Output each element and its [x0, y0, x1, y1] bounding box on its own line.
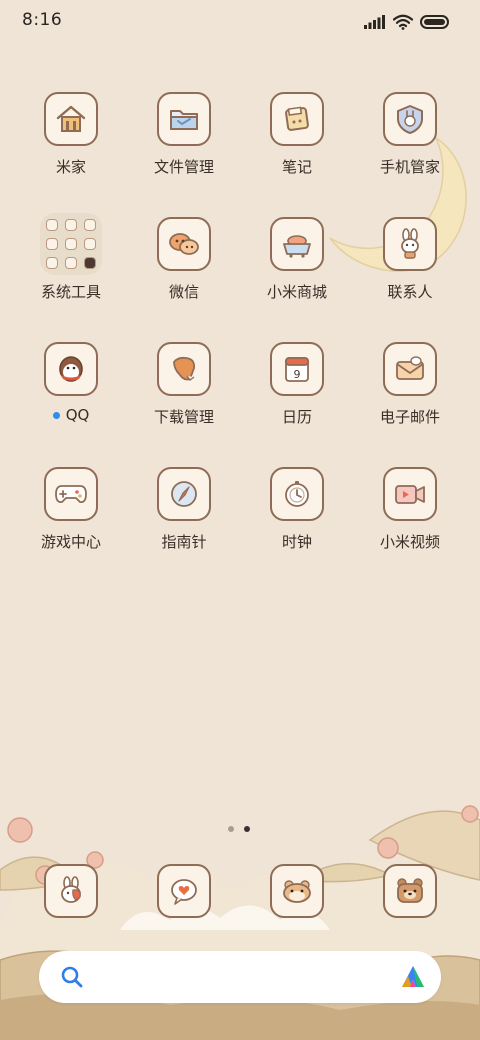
bear-camera-icon	[383, 864, 437, 918]
status-time: 8:16	[22, 10, 63, 30]
bunny-contact-icon	[383, 217, 437, 271]
battery-icon	[420, 15, 449, 29]
wallpaper-scenery	[0, 805, 480, 1040]
app-label: 联系人	[387, 283, 433, 301]
dock-browser[interactable]	[270, 864, 324, 918]
app-game-center[interactable]: 游戏中心	[15, 459, 127, 569]
app-label: 时钟	[281, 533, 312, 551]
app-label: 游戏中心	[40, 533, 101, 551]
assistant-logo-icon[interactable]	[399, 963, 427, 991]
app-label: 手机管家	[379, 158, 440, 176]
app-label-text: QQ	[65, 406, 90, 424]
calendar-day: 9	[294, 368, 301, 381]
video-icon	[383, 467, 437, 521]
app-label: 笔记	[281, 158, 312, 176]
app-label: 文件管理	[153, 158, 214, 176]
app-system-tools[interactable]: 系统工具	[15, 209, 127, 319]
calendar-icon: 9	[270, 342, 324, 396]
app-label: 小米视频	[379, 533, 440, 551]
app-mi-store[interactable]: 小米商城	[241, 209, 353, 319]
notes-icon	[270, 92, 324, 146]
download-icon	[157, 342, 211, 396]
app-calendar[interactable]: 9 日历	[241, 334, 353, 444]
compass-icon	[157, 467, 211, 521]
dock-phone[interactable]	[44, 864, 98, 918]
app-notes[interactable]: 笔记	[241, 84, 353, 194]
app-email[interactable]: 电子邮件	[354, 334, 466, 444]
mail-icon	[383, 342, 437, 396]
penguin-icon	[44, 342, 98, 396]
app-label: 日历	[281, 408, 312, 426]
app-security[interactable]: 手机管家	[354, 84, 466, 194]
folder-group-icon	[40, 213, 102, 275]
app-wechat[interactable]: 微信	[128, 209, 240, 319]
gamepad-icon	[44, 467, 98, 521]
status-icons	[364, 12, 450, 32]
app-label: 米家	[55, 158, 86, 176]
hamster-icon	[270, 864, 324, 918]
app-label: 下载管理	[153, 408, 214, 426]
app-label: 小米商城	[266, 283, 327, 301]
app-compass[interactable]: 指南针	[128, 459, 240, 569]
app-label: 指南针	[161, 533, 207, 551]
status-bar: 8:16	[0, 0, 480, 44]
folder-icon	[157, 92, 211, 146]
chat-bubbles-icon	[157, 217, 211, 271]
store-icon	[270, 217, 324, 271]
app-label: 电子邮件	[379, 408, 440, 426]
app-label: QQ	[52, 406, 90, 424]
wifi-icon	[393, 14, 413, 30]
search-bar[interactable]	[39, 951, 441, 1003]
shield-icon	[383, 92, 437, 146]
app-mi-video[interactable]: 小米视频	[354, 459, 466, 569]
app-mijia[interactable]: 米家	[15, 84, 127, 194]
dock-camera[interactable]	[383, 864, 437, 918]
heart-message-icon	[157, 864, 211, 918]
app-label: 系统工具	[40, 283, 101, 301]
app-contacts[interactable]: 联系人	[354, 209, 466, 319]
dock-messages[interactable]	[157, 864, 211, 918]
app-label: 微信	[168, 283, 199, 301]
new-notification-dot	[52, 411, 60, 419]
app-qq[interactable]: QQ	[15, 334, 127, 444]
search-icon[interactable]	[59, 964, 85, 990]
bunny-phone-icon	[44, 864, 98, 918]
signal-bars-icon	[364, 15, 385, 29]
app-file-manager[interactable]: 文件管理	[128, 84, 240, 194]
app-clock[interactable]: 时钟	[241, 459, 353, 569]
app-downloads[interactable]: 下载管理	[128, 334, 240, 444]
clock-icon	[270, 467, 324, 521]
home-icon	[44, 92, 98, 146]
